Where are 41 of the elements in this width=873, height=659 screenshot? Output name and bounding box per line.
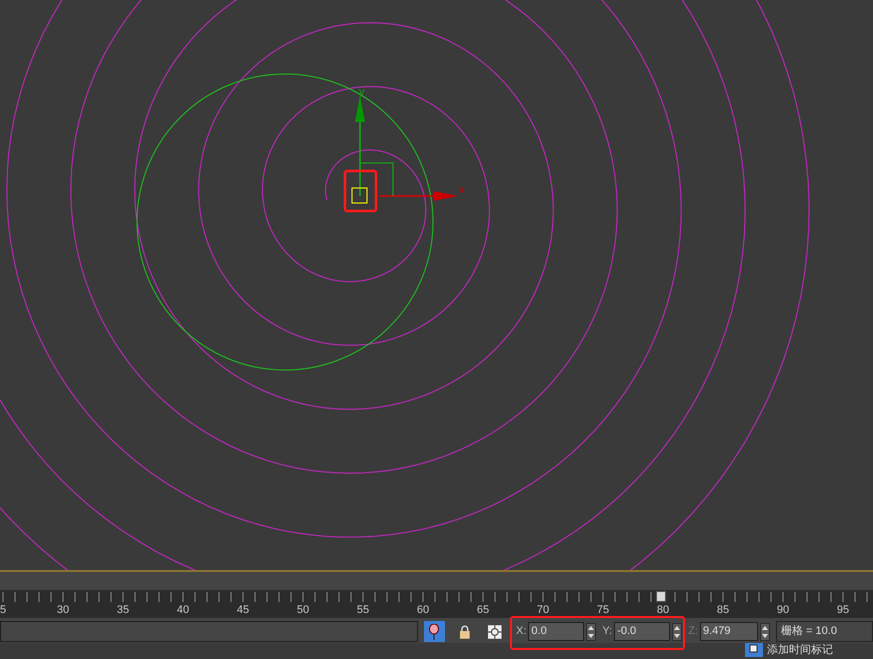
frame-number: 5 xyxy=(0,604,6,616)
time-slider-thumb[interactable] xyxy=(656,591,666,602)
spinner-control[interactable] xyxy=(760,622,770,640)
frame-number: 70 xyxy=(536,604,550,616)
frame-number: 75 xyxy=(596,604,610,616)
cube-icon xyxy=(749,643,759,653)
pivot-square xyxy=(352,188,368,204)
spinner-control[interactable] xyxy=(672,622,682,640)
frame-number: 50 xyxy=(296,604,310,616)
spinner-arrows-icon xyxy=(674,624,680,638)
spinner-arrows-icon xyxy=(762,624,768,638)
coordinate-label: Y: xyxy=(602,624,612,640)
target-icon[interactable] xyxy=(488,624,502,638)
frame-number: 85 xyxy=(716,604,730,616)
frame-number: 55 xyxy=(356,604,370,616)
lock-icon[interactable] xyxy=(458,624,470,638)
time-tag-label: 添加时间标记 xyxy=(767,644,834,656)
spinner-arrows-icon xyxy=(588,624,594,638)
frame-number: 80 xyxy=(656,604,670,616)
pin-icon xyxy=(429,624,440,640)
coordinate-label: X: xyxy=(516,624,526,640)
frame-number: 30 xyxy=(56,604,70,616)
coordinate-field[interactable]: 9.479 xyxy=(700,622,758,641)
y-axis-label: y xyxy=(359,86,364,98)
frame-number: 60 xyxy=(416,604,430,616)
highlight-box xyxy=(344,170,378,212)
frame-number: 35 xyxy=(116,604,130,616)
status-field[interactable] xyxy=(0,621,418,642)
coordinate-field[interactable]: 0.0 xyxy=(528,622,584,641)
spinner-control[interactable] xyxy=(586,622,596,640)
frame-number: 90 xyxy=(776,604,790,616)
timeline-ruler[interactable]: 5 30 35 40 45 50 55 60 65 70 75 80 85 90 95 xyxy=(0,590,873,618)
grid-spacing-field: 栅格 = 10.0 xyxy=(776,621,873,642)
frame-number: 45 xyxy=(236,604,250,616)
time-tag-button[interactable] xyxy=(745,643,763,657)
pin-button[interactable] xyxy=(424,621,445,642)
frame-number: 95 xyxy=(836,604,850,616)
coordinate-field[interactable]: -0.0 xyxy=(614,622,670,641)
frame-number: 65 xyxy=(476,604,490,616)
frame-number: 40 xyxy=(176,604,190,616)
x-axis-label: x xyxy=(459,184,464,196)
